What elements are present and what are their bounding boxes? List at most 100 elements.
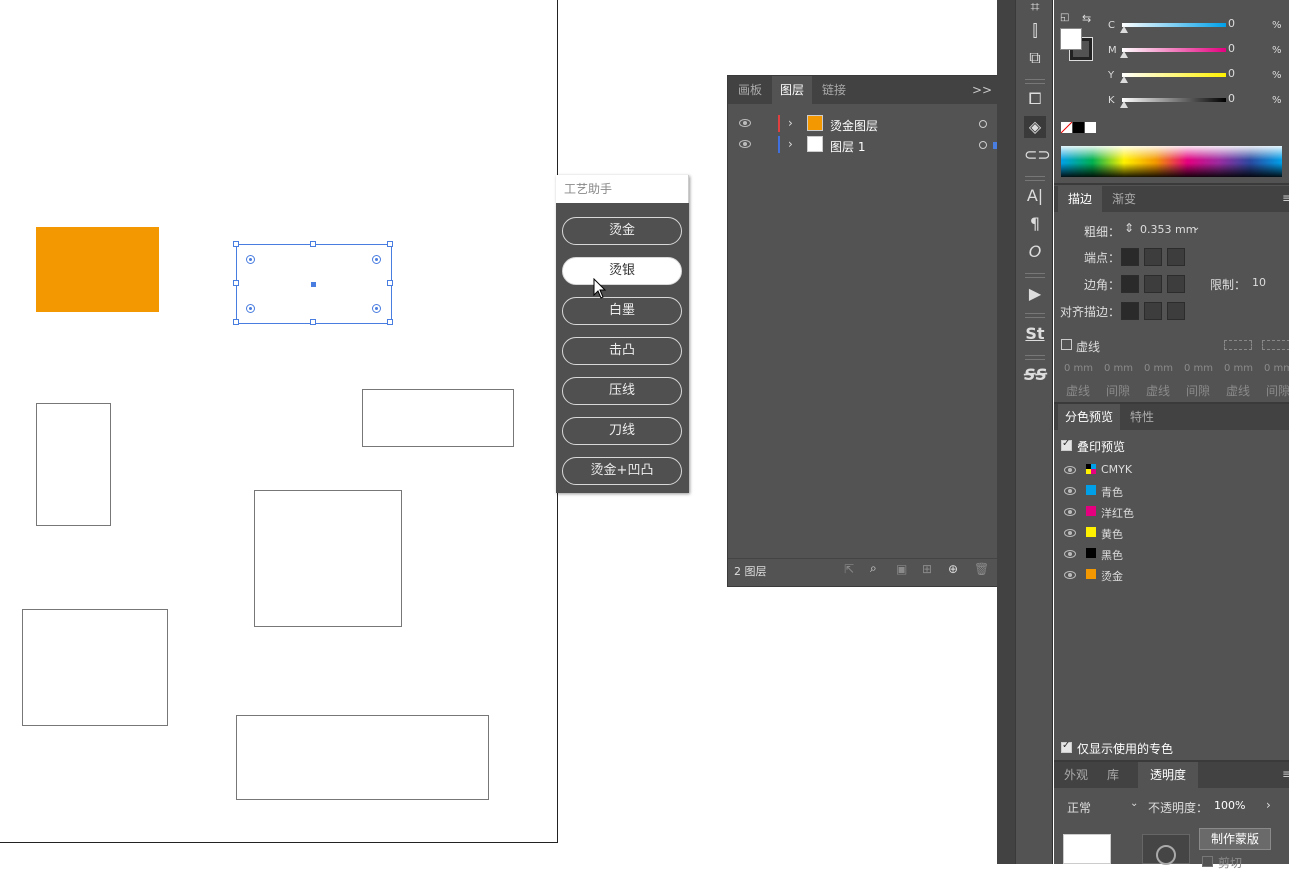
dash-preset-icon[interactable] bbox=[1262, 340, 1289, 350]
rectangle-shape[interactable] bbox=[362, 389, 514, 447]
resize-handle[interactable] bbox=[387, 241, 393, 247]
yellow-value[interactable]: 0 bbox=[1228, 67, 1235, 80]
target-circle-icon[interactable] bbox=[979, 120, 987, 128]
selected-rectangle[interactable] bbox=[236, 244, 392, 324]
layer-name[interactable]: 烫金图层 bbox=[830, 117, 878, 134]
emboss-button[interactable]: 击凸 bbox=[562, 337, 682, 365]
cyan-value[interactable]: 0 bbox=[1228, 17, 1235, 30]
layer-row[interactable]: › 烫金图层 bbox=[728, 114, 1013, 134]
align-inside-icon[interactable] bbox=[1144, 302, 1162, 320]
clip-mask-icon[interactable]: ▣ bbox=[896, 562, 907, 576]
tab-appearance[interactable]: 外观 bbox=[1058, 762, 1094, 788]
tab-attributes[interactable]: 特性 bbox=[1122, 404, 1162, 430]
gold-foil-rectangle[interactable] bbox=[36, 227, 159, 312]
search-icon[interactable]: ⌕ bbox=[870, 561, 877, 576]
visibility-eye-icon[interactable] bbox=[1064, 529, 1076, 537]
visibility-eye-icon[interactable] bbox=[1064, 508, 1076, 516]
visibility-eye-icon[interactable] bbox=[1064, 571, 1076, 579]
character-styles-icon[interactable]: St bbox=[1024, 323, 1046, 345]
blend-mode-select[interactable]: 正常 bbox=[1067, 799, 1091, 816]
show-used-spot-only-checkbox[interactable] bbox=[1061, 740, 1072, 753]
stroke-weight-stepper-icon[interactable]: ⇕ bbox=[1124, 221, 1134, 235]
visibility-eye-icon[interactable] bbox=[1064, 550, 1076, 558]
chevron-down-icon[interactable]: ⌄ bbox=[1130, 798, 1138, 809]
resize-handle[interactable] bbox=[310, 319, 316, 325]
rectangle-shape[interactable] bbox=[36, 403, 111, 526]
rectangle-shape[interactable] bbox=[22, 609, 168, 726]
panel-menu-icon[interactable]: ≡ bbox=[1282, 191, 1289, 205]
black-slider-thumb[interactable] bbox=[1120, 101, 1128, 108]
target-circle-icon[interactable] bbox=[979, 141, 987, 149]
make-mask-button[interactable]: 制作蒙版 bbox=[1199, 828, 1271, 850]
actions-play-icon[interactable]: ▶ bbox=[1024, 283, 1046, 305]
paragraph-styles-icon[interactable]: ꞨꞨ bbox=[1024, 364, 1047, 386]
magenta-slider-thumb[interactable] bbox=[1120, 51, 1128, 58]
round-join-icon[interactable] bbox=[1144, 275, 1162, 293]
expand-chevron-icon[interactable]: › bbox=[788, 116, 793, 130]
expand-chevron-icon[interactable]: › bbox=[788, 137, 793, 151]
transform-icon[interactable]: ⧠ bbox=[1024, 88, 1046, 110]
gap-value[interactable]: 0 mm bbox=[1104, 363, 1133, 374]
color-spectrum[interactable] bbox=[1061, 146, 1282, 177]
tab-transparency[interactable]: 透明度 bbox=[1138, 762, 1198, 788]
default-fill-stroke-icon[interactable]: ◱ bbox=[1060, 12, 1069, 23]
collapse-panel-icon[interactable]: >> bbox=[972, 83, 992, 97]
resize-handle[interactable] bbox=[310, 241, 316, 247]
new-layer-icon[interactable]: ⊕ bbox=[948, 562, 958, 576]
opacity-value[interactable]: 100% bbox=[1214, 799, 1245, 812]
resize-handle[interactable] bbox=[233, 319, 239, 325]
artboard[interactable] bbox=[0, 0, 558, 843]
align-outside-icon[interactable] bbox=[1167, 302, 1185, 320]
align-icon[interactable]: ⫿ bbox=[1024, 20, 1046, 42]
layer-row[interactable]: › 图层 1 bbox=[728, 135, 1013, 155]
resize-handle[interactable] bbox=[233, 241, 239, 247]
clip-checkbox[interactable] bbox=[1202, 856, 1213, 867]
magenta-slider-track[interactable] bbox=[1122, 48, 1226, 52]
tab-libraries[interactable]: 库 bbox=[1098, 762, 1128, 788]
links-icon[interactable]: ⊂⊃ bbox=[1024, 144, 1051, 166]
visibility-eye-icon[interactable] bbox=[739, 119, 751, 127]
gap-value[interactable]: 0 mm bbox=[1264, 363, 1289, 374]
new-sublayer-icon[interactable]: ⊞ bbox=[922, 562, 932, 576]
resize-handle[interactable] bbox=[387, 280, 393, 286]
panel-menu-icon[interactable]: ≡ bbox=[1282, 767, 1289, 781]
white-swatch[interactable] bbox=[1085, 122, 1096, 133]
black-value[interactable]: 0 bbox=[1228, 92, 1235, 105]
none-swatch[interactable] bbox=[1061, 122, 1072, 133]
swap-fill-stroke-icon[interactable]: ⇆ bbox=[1082, 12, 1091, 25]
die-line-button[interactable]: 刀线 bbox=[562, 417, 682, 445]
resize-handle[interactable] bbox=[233, 280, 239, 286]
layer-name[interactable]: 图层 1 bbox=[830, 138, 865, 155]
visibility-eye-icon[interactable] bbox=[1064, 466, 1076, 474]
dash-value[interactable]: 0 mm bbox=[1064, 363, 1093, 374]
round-cap-icon[interactable] bbox=[1144, 248, 1162, 266]
bevel-join-icon[interactable] bbox=[1167, 275, 1185, 293]
artboard-tool-icon[interactable]: ⌗ bbox=[1024, 0, 1046, 18]
chevron-down-icon[interactable]: ⌄ bbox=[1192, 222, 1200, 233]
layers-icon[interactable]: ◈ bbox=[1024, 116, 1046, 138]
overprint-preview-checkbox[interactable] bbox=[1061, 438, 1072, 451]
tab-stroke[interactable]: 描边 bbox=[1058, 186, 1102, 212]
yellow-slider-thumb[interactable] bbox=[1120, 76, 1128, 83]
hot-stamp-gold-button[interactable]: 烫金 bbox=[562, 217, 682, 245]
limit-value[interactable]: 10 bbox=[1252, 276, 1266, 289]
gap-value[interactable]: 0 mm bbox=[1184, 363, 1213, 374]
tab-links[interactable]: 链接 bbox=[814, 76, 854, 104]
dashed-line-checkbox[interactable] bbox=[1061, 339, 1072, 350]
white-ink-button[interactable]: 白墨 bbox=[562, 297, 682, 325]
chevron-right-icon[interactable]: › bbox=[1266, 798, 1271, 812]
resize-handle[interactable] bbox=[387, 319, 393, 325]
rectangle-shape[interactable] bbox=[254, 490, 402, 627]
tab-separations-preview[interactable]: 分色预览 bbox=[1058, 404, 1120, 430]
cyan-slider-thumb[interactable] bbox=[1120, 26, 1128, 33]
stroke-weight-value[interactable]: 0.353 mm bbox=[1140, 223, 1196, 236]
visibility-eye-icon[interactable] bbox=[739, 140, 751, 148]
gold-emboss-button[interactable]: 烫金+凹凸 bbox=[562, 457, 682, 485]
dash-value[interactable]: 0 mm bbox=[1144, 363, 1173, 374]
magenta-value[interactable]: 0 bbox=[1228, 42, 1235, 55]
dash-value[interactable]: 0 mm bbox=[1224, 363, 1253, 374]
align-center-icon[interactable] bbox=[1121, 302, 1139, 320]
black-slider-track[interactable] bbox=[1122, 98, 1226, 102]
projecting-cap-icon[interactable] bbox=[1167, 248, 1185, 266]
pathfinder-icon[interactable]: ⧉ bbox=[1024, 47, 1046, 69]
